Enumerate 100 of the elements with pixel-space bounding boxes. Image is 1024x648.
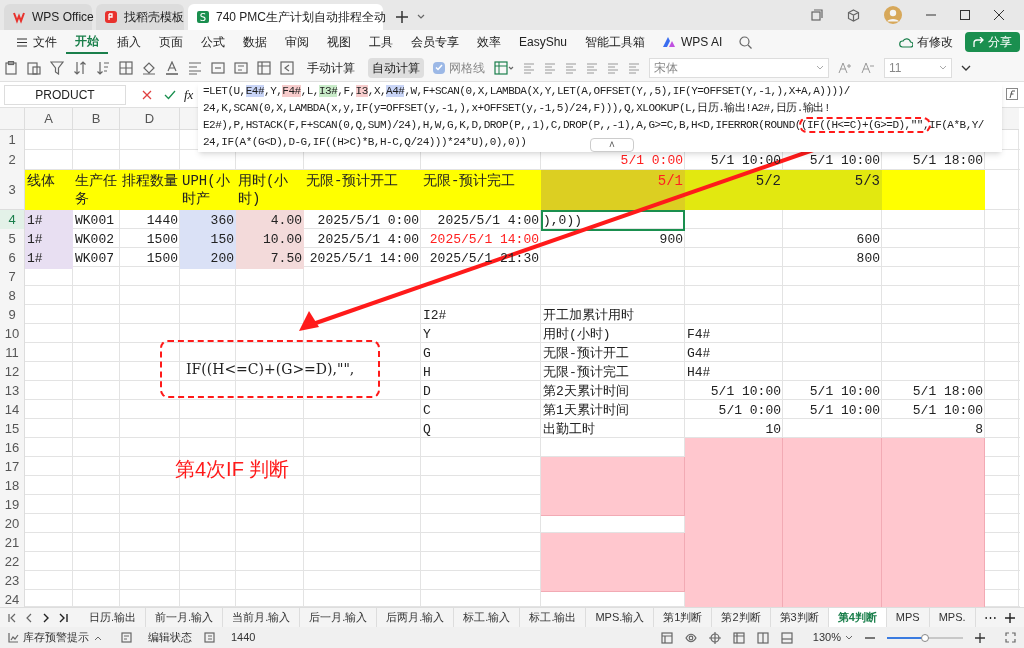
last-sheet-icon[interactable] (59, 612, 68, 623)
row-header[interactable]: 19 (0, 495, 25, 516)
indent-icon[interactable] (280, 60, 294, 75)
wrap-icon[interactable] (234, 60, 248, 75)
row-header[interactable]: 6 (0, 248, 25, 269)
zoom-slider-thumb[interactable] (921, 633, 929, 642)
row-header[interactable]: 17 (0, 457, 25, 478)
border-grid-icon[interactable] (119, 60, 133, 75)
menu-tab[interactable]: 效率 (468, 30, 510, 54)
maximize-icon[interactable] (960, 10, 970, 20)
font-size-dropdown[interactable]: 11 (884, 57, 952, 78)
more-icon[interactable]: ⋯ (983, 611, 997, 624)
menu-tab[interactable]: 文件 (8, 30, 66, 54)
font-color-icon[interactable] (165, 60, 179, 75)
clipboard-icon[interactable] (4, 60, 18, 75)
row-header[interactable]: 12 (0, 362, 25, 383)
row-header[interactable]: 5 (0, 229, 25, 250)
menu-tab[interactable]: EasyShu (510, 30, 577, 54)
calc-mode-button[interactable]: 手动计算 (303, 57, 359, 78)
menu-tab[interactable]: 审阅 (276, 30, 318, 54)
row-header[interactable]: 13 (0, 381, 25, 402)
table-icon[interactable] (257, 60, 271, 75)
fullscreen-icon[interactable] (1005, 632, 1016, 643)
menu-tab[interactable]: 智能工具箱 (576, 30, 655, 54)
gridlines-checkbox[interactable]: 网格线 (433, 58, 485, 77)
row-header[interactable]: 15 (0, 419, 25, 440)
view-layout-icon[interactable] (660, 631, 673, 644)
row-header[interactable]: 7 (0, 267, 25, 288)
menu-tab[interactable]: WPS AI (654, 30, 732, 54)
font-dropdown[interactable]: 宋体 (649, 57, 829, 78)
zoom-in-icon[interactable] (975, 632, 985, 643)
zoom-out-icon[interactable] (865, 636, 875, 639)
copy-window-icon[interactable] (811, 9, 823, 21)
filter-icon[interactable] (50, 60, 64, 75)
normal-view-icon[interactable] (732, 631, 745, 644)
row-header[interactable]: 20 (0, 514, 25, 535)
row-header[interactable]: 9 (0, 305, 25, 326)
focus-icon[interactable] (708, 631, 721, 644)
app-tab[interactable]: 找稻壳模板 (96, 4, 184, 30)
row-header[interactable]: 18 (0, 476, 25, 497)
zoom-level-dropdown[interactable]: 130% (812, 629, 841, 646)
row-header[interactable]: 3 (0, 170, 25, 210)
first-sheet-icon[interactable] (8, 612, 17, 623)
row-header[interactable]: 23 (0, 571, 25, 592)
confirm-icon[interactable] (164, 89, 176, 100)
add-sheet-icon[interactable] (1004, 612, 1015, 623)
column-header[interactable]: D (120, 108, 180, 129)
paint-bucket-icon[interactable] (142, 60, 156, 75)
plus-icon[interactable] (395, 10, 409, 24)
search-icon[interactable] (739, 35, 753, 49)
document-icon[interactable] (204, 632, 215, 643)
sheet-tab[interactable]: 第4判断 (828, 607, 887, 628)
close-icon[interactable] (994, 10, 1004, 20)
sort-icon[interactable] (96, 60, 110, 75)
app-tab[interactable]: S 740 PMC生产计划自动排程全动 (188, 4, 383, 30)
row-header[interactable]: 16 (0, 438, 25, 459)
row-header[interactable]: 4 (0, 210, 25, 231)
name-box[interactable]: PRODUCT (4, 84, 126, 105)
cube-icon[interactable] (847, 8, 860, 22)
row-header[interactable]: 11 (0, 343, 25, 364)
function-icon[interactable]: fx (184, 84, 194, 105)
menu-tab[interactable]: 会员专享 (402, 30, 468, 54)
caret-up-icon[interactable] (95, 635, 101, 640)
row-header[interactable]: 21 (0, 533, 25, 554)
menu-tab[interactable]: 工具 (360, 30, 402, 54)
column-header[interactable]: B (73, 108, 120, 129)
menu-tab[interactable]: 视图 (318, 30, 360, 54)
menu-tab[interactable]: 插入 (108, 30, 150, 54)
function-panel-icon[interactable] (1006, 88, 1018, 100)
menu-tab[interactable]: 公式 (192, 30, 234, 54)
page-break-icon[interactable] (780, 631, 793, 644)
row-header[interactable]: 22 (0, 552, 25, 573)
next-sheet-icon[interactable] (42, 612, 51, 623)
chevron-down-icon[interactable] (845, 635, 853, 640)
cancel-icon[interactable] (142, 89, 152, 100)
row-header[interactable]: 14 (0, 400, 25, 421)
app-tab[interactable]: WPS Office (4, 4, 92, 30)
sort-icon[interactable] (73, 60, 87, 75)
calc-mode-button[interactable]: 自动计算 (368, 57, 424, 78)
align-icon[interactable] (188, 60, 202, 75)
prev-sheet-icon[interactable] (25, 612, 34, 623)
collapse-button[interactable]: ˄ (590, 138, 634, 152)
stock-alert-button[interactable]: 库存预警提示 (8, 629, 89, 646)
row-header[interactable]: 10 (0, 324, 25, 345)
chevron-down-icon[interactable] (961, 64, 971, 71)
share-button[interactable]: 分享 (965, 32, 1020, 52)
merge-icon[interactable] (211, 60, 225, 75)
row-header[interactable]: 24 (0, 590, 25, 607)
row-header[interactable]: 2 (0, 150, 25, 171)
row-header[interactable]: 8 (0, 286, 25, 307)
menu-tab[interactable]: 页面 (150, 30, 192, 54)
avatar-icon[interactable] (884, 6, 902, 24)
modified-button[interactable]: 有修改 (899, 31, 953, 53)
page-view-icon[interactable] (756, 631, 769, 644)
paste-icon[interactable] (27, 60, 41, 75)
font-smaller-icon[interactable] (861, 61, 875, 74)
macro-icon[interactable] (121, 632, 132, 643)
eye-icon[interactable] (684, 631, 697, 644)
font-larger-icon[interactable] (838, 61, 852, 74)
menu-tab[interactable]: 数据 (234, 30, 276, 54)
